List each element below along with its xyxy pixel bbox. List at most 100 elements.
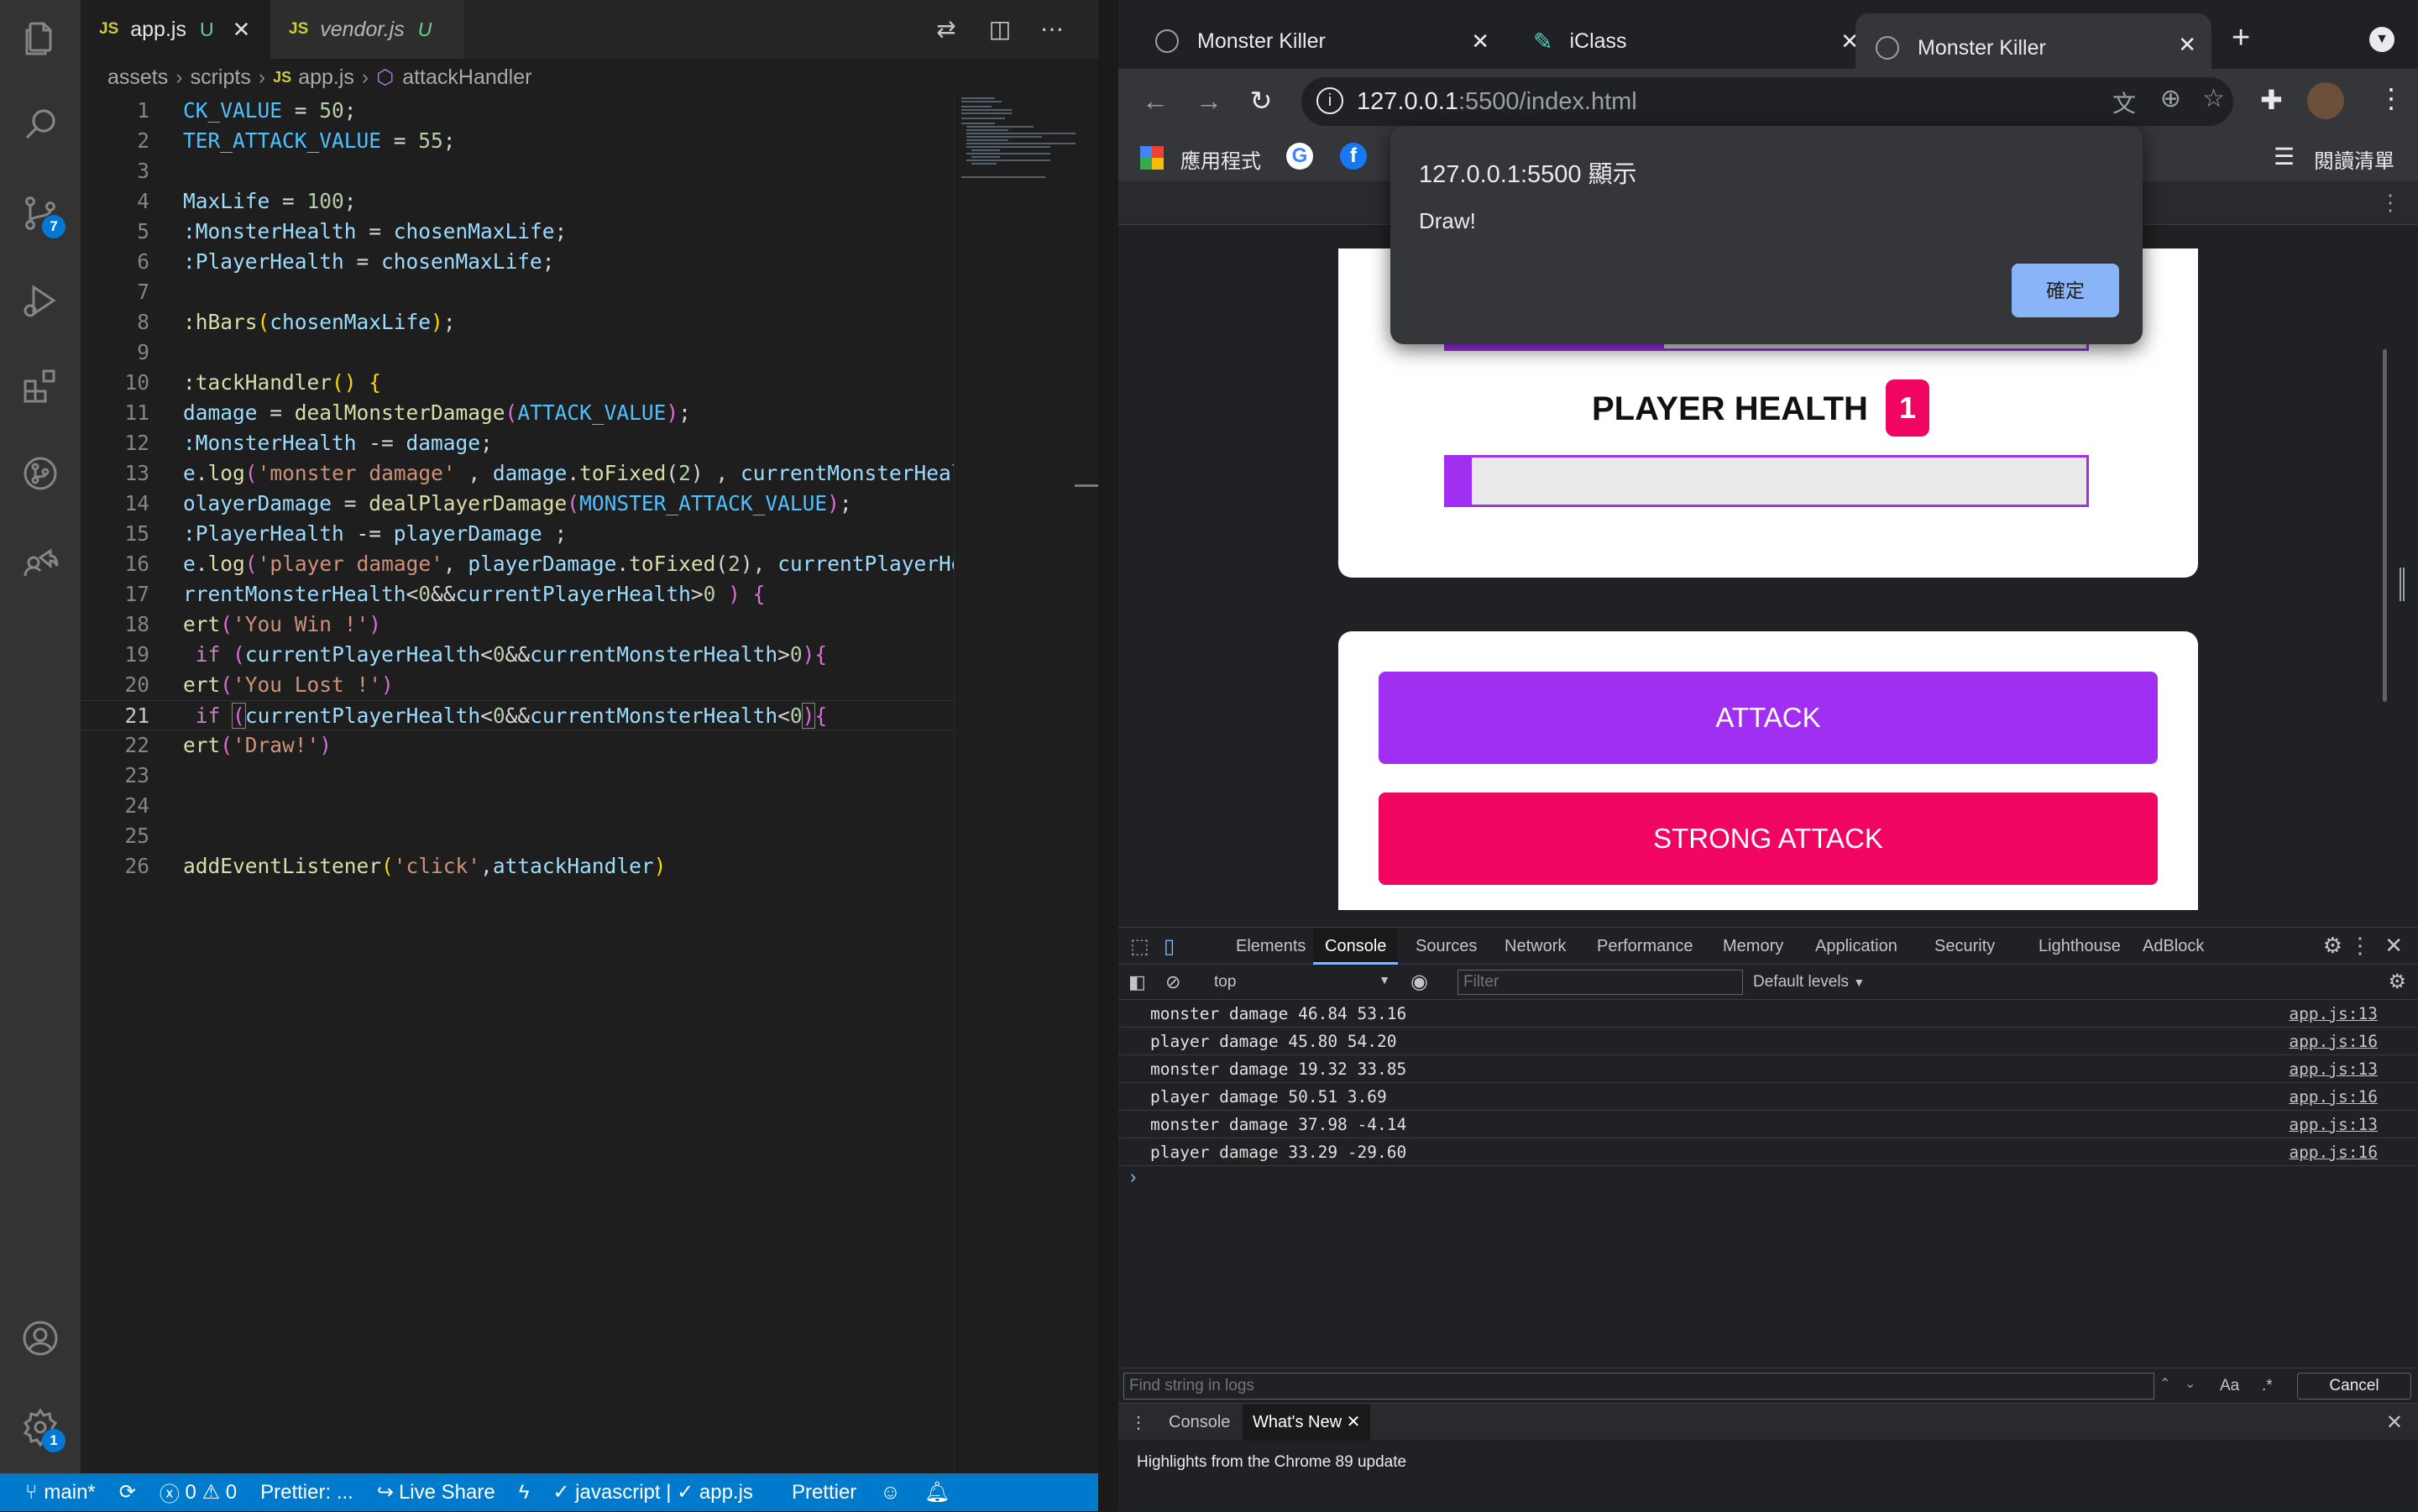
open-changes-icon[interactable]: ⇄ bbox=[932, 15, 960, 44]
chrome-menu-icon[interactable]: ⋮ bbox=[2378, 82, 2405, 114]
close-icon[interactable]: ✕ bbox=[1347, 1413, 1361, 1431]
sync-icon[interactable]: ⟳ bbox=[107, 1480, 148, 1504]
devtools-tab-elements[interactable]: Elements bbox=[1224, 928, 1317, 965]
resize-handle-icon[interactable] bbox=[2400, 568, 2405, 601]
devtools-tab-sources[interactable]: Sources bbox=[1404, 928, 1489, 965]
language-status[interactable]: ✓ javascript | ✓ app.js bbox=[541, 1480, 765, 1504]
log-source-link[interactable]: app.js:16 bbox=[2289, 1032, 2378, 1051]
more-options-icon[interactable]: ⋮ bbox=[2379, 190, 2401, 216]
bookmark-star-icon[interactable]: ☆ bbox=[2202, 84, 2225, 113]
tab-search-icon[interactable]: ▼ bbox=[2369, 27, 2394, 52]
live-share-icon[interactable] bbox=[20, 542, 60, 583]
window-divider[interactable] bbox=[1098, 0, 1118, 1511]
facebook-icon[interactable]: f bbox=[1340, 143, 1367, 170]
forward-arrow-icon[interactable]: → bbox=[1192, 84, 1226, 118]
back-arrow-icon[interactable]: ← bbox=[1138, 84, 1172, 118]
close-tab-icon[interactable]: ✕ bbox=[2178, 32, 2196, 58]
drawer-menu-icon[interactable]: ⋮ bbox=[1130, 1412, 1147, 1433]
close-icon[interactable]: ✕ bbox=[233, 17, 251, 43]
devtools-menu-icon[interactable]: ⋮ bbox=[2349, 933, 2371, 959]
prettier-short-status[interactable]: Prettier: ... bbox=[249, 1481, 365, 1504]
search-icon[interactable] bbox=[20, 104, 60, 144]
console-filter-input[interactable] bbox=[1458, 970, 1743, 995]
devtools-tab-network[interactable]: Network bbox=[1493, 928, 1578, 965]
devtools-tab-console[interactable]: Console bbox=[1313, 928, 1399, 965]
apps-bookmark[interactable]: 應用程式 bbox=[1180, 144, 1261, 174]
strong-attack-button[interactable]: STRONG ATTACK bbox=[1379, 793, 2158, 885]
sidebar-toggle-icon[interactable]: ◧ bbox=[1128, 971, 1146, 993]
find-in-logs-input[interactable] bbox=[1123, 1373, 2154, 1400]
reading-list[interactable]: 閱讀清單 bbox=[2314, 144, 2394, 174]
breadcrumb-item[interactable]: assets bbox=[107, 65, 168, 90]
code-line: 24 bbox=[124, 793, 149, 818]
log-levels-select[interactable]: Default levels ▼ bbox=[1753, 973, 1865, 991]
devtools-tab-adblock[interactable]: AdBlock bbox=[2131, 928, 2216, 965]
context-select[interactable]: top ▼ bbox=[1214, 973, 1390, 991]
extensions-icon[interactable] bbox=[20, 366, 60, 406]
translate-icon[interactable]: 文 bbox=[2112, 86, 2136, 119]
new-tab-icon[interactable]: + bbox=[2232, 20, 2250, 56]
devtools-tab-memory[interactable]: Memory bbox=[1711, 928, 1795, 965]
browser-tab[interactable]: ✎ iClass ✕ bbox=[1513, 13, 1874, 69]
tab-vendor-js[interactable]: JS vendor.js U bbox=[270, 0, 463, 59]
drawer-tab-console[interactable]: Console bbox=[1157, 1404, 1242, 1441]
log-source-link[interactable]: app.js:13 bbox=[2289, 1059, 2378, 1079]
log-source-link[interactable]: app.js:16 bbox=[2289, 1087, 2378, 1107]
devtools-tab-security[interactable]: Security bbox=[1923, 928, 2007, 965]
live-share-status[interactable]: ↪ Live Share bbox=[365, 1480, 507, 1504]
zoom-icon[interactable]: ⊕ bbox=[2160, 84, 2181, 113]
alert-ok-button[interactable]: 確定 bbox=[2012, 264, 2119, 317]
drawer-tab-whats-new[interactable]: What's New ✕ bbox=[1243, 1404, 1371, 1441]
problems-status[interactable]: ⓧ 0 ⚠ 0 bbox=[148, 1478, 249, 1507]
branch-status[interactable]: ⑂ main* bbox=[0, 1481, 107, 1504]
devtools-settings-icon[interactable]: ⚙ bbox=[2323, 933, 2342, 959]
close-devtools-icon[interactable]: ✕ bbox=[2384, 933, 2403, 959]
notifications-bell-icon[interactable]: 🔔︎ bbox=[913, 1480, 961, 1504]
breadcrumb-item[interactable]: app.js bbox=[298, 65, 354, 90]
reload-icon[interactable]: ↻ bbox=[1244, 84, 1278, 118]
feedback-icon[interactable]: ☺ bbox=[868, 1481, 913, 1504]
breadcrumb-item[interactable]: scripts bbox=[191, 65, 251, 90]
close-tab-icon[interactable]: ✕ bbox=[1471, 29, 1489, 55]
devtools-tab-application[interactable]: Application bbox=[1803, 928, 1909, 965]
google-icon[interactable]: G bbox=[1286, 143, 1313, 170]
devtools-tab-lighthouse[interactable]: Lighthouse bbox=[2027, 928, 2133, 965]
find-cancel-button[interactable]: Cancel bbox=[2297, 1373, 2411, 1400]
breadcrumb-item[interactable]: attackHandler bbox=[402, 65, 531, 90]
attack-button[interactable]: ATTACK bbox=[1379, 672, 2158, 764]
code-editor[interactable]: 1 CK_VALUE = 50; 2 TER_ATTACK_VALUE = 55; … bbox=[81, 96, 954, 1473]
find-next-icon[interactable]: ⌄ bbox=[2185, 1375, 2196, 1392]
console-prompt-icon[interactable]: › bbox=[1130, 1166, 1136, 1188]
log-source-link[interactable]: app.js:13 bbox=[2289, 1004, 2378, 1023]
log-source-link[interactable]: app.js:16 bbox=[2289, 1143, 2378, 1162]
clear-console-icon[interactable]: ⊘ bbox=[1165, 971, 1180, 993]
live-expression-eye-icon[interactable]: ◉ bbox=[1410, 970, 1428, 994]
run-debug-icon[interactable] bbox=[20, 280, 60, 321]
address-bar[interactable]: i 127.0.0.1:5500/index.html 文 ⊕ ☆ bbox=[1301, 77, 2233, 126]
profile-avatar[interactable] bbox=[2307, 82, 2344, 119]
reading-list-icon[interactable]: ☰ bbox=[2274, 143, 2295, 170]
git-graph-icon[interactable] bbox=[20, 453, 60, 494]
account-icon[interactable] bbox=[20, 1318, 60, 1358]
regex-button[interactable]: .* bbox=[2262, 1377, 2273, 1395]
find-previous-icon[interactable]: ⌃ bbox=[2159, 1375, 2170, 1392]
extensions-puzzle-icon[interactable]: ✚ bbox=[2260, 84, 2283, 116]
close-drawer-icon[interactable]: ✕ bbox=[2386, 1410, 2403, 1435]
page-scrollbar[interactable] bbox=[2383, 349, 2387, 702]
log-source-link[interactable]: app.js:13 bbox=[2289, 1115, 2378, 1134]
site-info-icon[interactable]: i bbox=[1316, 87, 1343, 114]
prettier-status[interactable]: Prettier bbox=[780, 1481, 868, 1504]
match-case-button[interactable]: Aa bbox=[2220, 1377, 2239, 1395]
lightning-icon[interactable]: ϟ bbox=[507, 1481, 542, 1504]
devtools-tab-performance[interactable]: Performance bbox=[1585, 928, 1705, 965]
tab-app-js[interactable]: JS app.js U ✕ bbox=[81, 0, 270, 59]
browser-tab[interactable]: Monster Killer ✕ bbox=[1135, 13, 1505, 69]
minimap[interactable] bbox=[954, 96, 1098, 1473]
device-toggle-icon[interactable]: ▯ bbox=[1164, 934, 1175, 959]
inspect-element-icon[interactable]: ⬚ bbox=[1130, 934, 1149, 959]
split-editor-icon[interactable]: ◫ bbox=[986, 15, 1014, 44]
explorer-icon[interactable] bbox=[20, 18, 60, 59]
more-actions-icon[interactable]: ⋯ bbox=[1038, 15, 1066, 44]
console-settings-icon[interactable]: ⚙ bbox=[2388, 970, 2406, 994]
apps-grid-icon[interactable] bbox=[1140, 146, 1164, 170]
